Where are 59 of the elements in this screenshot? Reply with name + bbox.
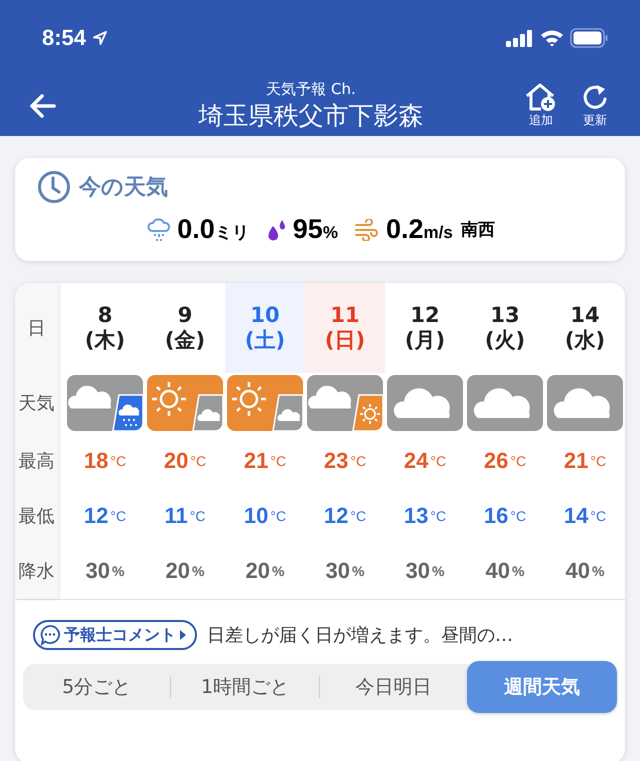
high-temperature: 23°C	[324, 446, 366, 474]
location-arrow-icon	[92, 30, 108, 46]
date-header: 8 (木)	[84, 302, 126, 354]
high-temperature: 20°C	[164, 446, 206, 474]
view-tab[interactable]: 今日明日	[320, 664, 467, 710]
speech-bubble-icon	[39, 624, 61, 646]
row-label: 最低	[18, 504, 56, 528]
add-button[interactable]: 追加	[514, 82, 568, 129]
battery-icon	[570, 28, 608, 48]
view-tab[interactable]: 5分ごと	[23, 664, 170, 710]
wifi-icon	[540, 28, 564, 46]
clock-icon	[37, 170, 71, 204]
low-temperature: 12°C	[84, 502, 126, 530]
triangle-arrow-icon	[179, 630, 187, 640]
humidity-value: 95%	[292, 214, 338, 245]
wind-value: 0.2m/s	[386, 214, 453, 245]
high-temperature: 21°C	[244, 446, 286, 474]
signal-icon	[506, 28, 534, 46]
high-temperature: 18°C	[84, 446, 126, 474]
forecaster-comment-button[interactable]: 予報士コメント	[33, 620, 197, 650]
precipitation-chance: 30%	[86, 557, 124, 585]
view-tab[interactable]: 1時間ごと	[171, 664, 319, 710]
date-header: 11 (日)	[305, 283, 385, 373]
date-header: 14 (水)	[564, 302, 606, 354]
date-header: 12 (月)	[404, 302, 446, 354]
high-temperature: 26°C	[484, 446, 526, 474]
row-label: 降水	[18, 560, 56, 584]
precipitation-value: 0.0 ミリ	[177, 214, 249, 245]
date-header: 10 (土)	[225, 283, 305, 373]
app-subtitle: 天気予報 Ch.	[266, 80, 356, 98]
low-temperature: 13°C	[404, 502, 446, 530]
row-label: 最高	[18, 450, 56, 474]
precipitation-chance: 40%	[486, 557, 524, 585]
low-temperature: 14°C	[564, 502, 606, 530]
high-temperature: 24°C	[404, 446, 446, 474]
row-label: 日	[26, 317, 46, 341]
high-temperature: 21°C	[564, 446, 606, 474]
precipitation-chance: 40%	[566, 557, 604, 585]
forecaster-comment: 日差しが届く日が増えます。昼間の…	[207, 624, 513, 647]
precipitation-chance: 20%	[166, 557, 204, 585]
row-label: 天気	[18, 392, 56, 416]
house-plus-icon	[524, 82, 558, 112]
low-temperature: 11°C	[164, 502, 206, 530]
low-temperature: 16°C	[484, 502, 526, 530]
status-time: 8:54	[42, 24, 86, 50]
wind-icon	[354, 218, 380, 240]
date-header: 13 (火)	[484, 302, 526, 354]
low-temperature: 12°C	[324, 502, 366, 530]
precipitation-chance: 30%	[326, 557, 364, 585]
rain-cloud-icon	[147, 216, 172, 242]
refresh-button[interactable]: 更新	[568, 82, 622, 129]
date-header: 9 (金)	[164, 302, 206, 354]
precipitation-chance: 30%	[406, 557, 444, 585]
location-title: 埼玉県秩父市下影森	[198, 100, 424, 132]
view-tab[interactable]: 週間天気	[466, 661, 617, 713]
current-weather-title: 今の天気	[79, 174, 168, 202]
low-temperature: 10°C	[244, 502, 286, 530]
wind-direction: 南西	[460, 219, 495, 241]
precipitation-chance: 20%	[246, 557, 284, 585]
